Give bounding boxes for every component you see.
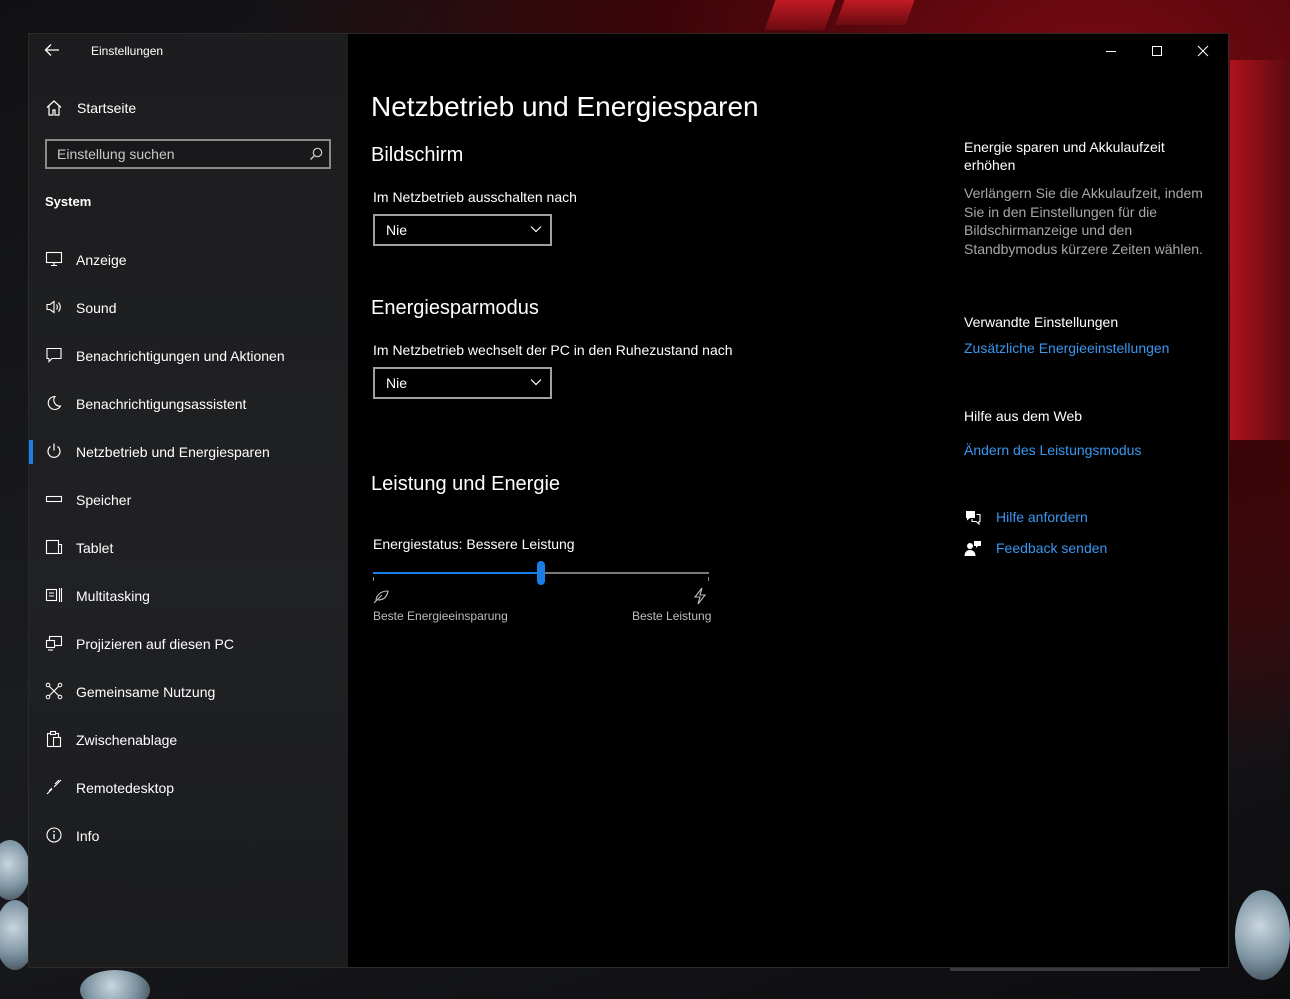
content-pane: Netzbetrieb und Energiesparen Bildschirm… <box>348 34 1228 967</box>
maximize-icon <box>1152 46 1162 56</box>
search-box[interactable] <box>45 139 331 169</box>
close-icon <box>1197 45 1209 57</box>
multitasking-icon <box>45 588 63 602</box>
additional-power-settings-link[interactable]: Zusätzliche Energieeinstellungen <box>964 340 1169 356</box>
notification-icon <box>46 347 62 363</box>
nav-item-label: Zwischenablage <box>76 732 178 748</box>
dropdown-value: Nie <box>386 222 408 238</box>
nav-list: Anzeige Sound Benachrichtigungen und Akt… <box>29 236 348 860</box>
nav-item-label: Projizieren auf diesen PC <box>76 636 234 652</box>
arrow-left-icon <box>44 44 59 56</box>
search-icon[interactable] <box>309 147 323 161</box>
info-icon <box>46 827 62 843</box>
close-button[interactable] <box>1180 34 1226 68</box>
chevron-down-icon <box>530 379 542 386</box>
power-mode-slider[interactable] <box>373 561 709 585</box>
nav-item-sound[interactable]: Sound <box>29 284 348 332</box>
related-settings-heading: Verwandte Einstellungen <box>964 314 1119 330</box>
minimize-button[interactable] <box>1088 34 1134 68</box>
lightning-icon <box>693 587 707 605</box>
speaker-icon <box>46 300 61 314</box>
nav-item-benachrichtigungsassistent[interactable]: Benachrichtigungsassistent <box>29 380 348 428</box>
nav-item-zwischenablage[interactable]: Zwischenablage <box>29 716 348 764</box>
nav-item-benachrichtigungen[interactable]: Benachrichtigungen und Aktionen <box>29 332 348 380</box>
storage-icon <box>45 495 63 503</box>
nav-item-info[interactable]: Info <box>29 812 348 860</box>
clipboard-icon <box>46 730 62 748</box>
web-help-heading: Hilfe aus dem Web <box>964 408 1083 424</box>
home-icon <box>46 100 62 116</box>
monitor-icon <box>45 251 63 267</box>
slider-fill <box>373 572 541 574</box>
nav-item-label: Netzbetrieb und Energiesparen <box>76 444 270 460</box>
window-controls <box>1088 34 1228 68</box>
nav-item-label: Sound <box>76 300 117 316</box>
sidebar: Einstellungen Startseite System Anzeige <box>29 34 348 967</box>
nav-item-projizieren[interactable]: Projizieren auf diesen PC <box>29 620 348 668</box>
nav-item-label: Multitasking <box>76 588 150 604</box>
screen-off-label: Im Netzbetrieb ausschalten nach <box>373 189 577 205</box>
power-mode-help-link[interactable]: Ändern des Leistungsmodus <box>964 442 1141 458</box>
back-button[interactable] <box>43 42 63 60</box>
app-title: Einstellungen <box>91 44 164 58</box>
nav-item-label: Remotedesktop <box>76 780 175 796</box>
nav-item-label: Benachrichtigungsassistent <box>76 396 247 412</box>
section-label-system: System <box>45 194 92 209</box>
get-help-label: Hilfe anfordern <box>996 509 1088 525</box>
maximize-button[interactable] <box>1134 34 1180 68</box>
nav-home[interactable]: Startseite <box>29 92 348 124</box>
screen-off-dropdown[interactable]: Nie <box>373 214 552 246</box>
tip-heading: Energie sparen und Akkulaufzeit erhöhen <box>964 139 1165 173</box>
page-title: Netzbetrieb und Energiesparen <box>371 91 759 122</box>
feedback-person-icon <box>964 541 981 556</box>
tip-text: Verlängern Sie die Akkulaufzeit, indem S… <box>964 185 1203 257</box>
slider-right-caption: Beste Leistung <box>632 609 712 623</box>
nav-item-label: Speicher <box>76 492 132 508</box>
nav-item-remotedesktop[interactable]: Remotedesktop <box>29 764 348 812</box>
nav-item-multitasking[interactable]: Multitasking <box>29 572 348 620</box>
nav-item-label: Gemeinsame Nutzung <box>76 684 216 700</box>
heading-energiesparmodus: Energiesparmodus <box>371 297 539 319</box>
slider-tick <box>373 577 374 581</box>
chat-help-icon <box>966 511 981 526</box>
nav-item-label: Benachrichtigungen und Aktionen <box>76 348 285 364</box>
home-label: Startseite <box>77 100 137 116</box>
power-status-label: Energiestatus: Bessere Leistung <box>373 536 575 552</box>
nav-item-tablet[interactable]: Tablet <box>29 524 348 572</box>
leaf-icon <box>373 590 389 604</box>
moon-icon <box>47 395 62 410</box>
titlebar: Einstellungen <box>29 34 348 68</box>
share-icon <box>45 682 63 700</box>
search-input[interactable] <box>47 141 317 167</box>
nav-item-gemeinsame-nutzung[interactable]: Gemeinsame Nutzung <box>29 668 348 716</box>
project-icon <box>45 635 63 651</box>
heading-leistung-energie: Leistung und Energie <box>371 473 561 495</box>
slider-tick <box>708 577 709 581</box>
slider-thumb[interactable] <box>537 561 545 585</box>
nav-item-label: Anzeige <box>76 252 127 268</box>
nav-item-label: Tablet <box>76 540 114 556</box>
nav-item-label: Info <box>76 828 100 844</box>
sleep-dropdown[interactable]: Nie <box>373 367 552 399</box>
slider-left-caption: Beste Energieeinsparung <box>373 609 508 623</box>
tablet-icon <box>45 539 63 555</box>
minimize-icon <box>1106 51 1116 52</box>
nav-item-speicher[interactable]: Speicher <box>29 476 348 524</box>
settings-window: Einstellungen Startseite System Anzeige <box>29 34 1228 967</box>
nav-item-netzbetrieb[interactable]: Netzbetrieb und Energiesparen <box>29 428 348 476</box>
chevron-down-icon <box>530 226 542 233</box>
nav-item-anzeige[interactable]: Anzeige <box>29 236 348 284</box>
power-icon <box>47 443 61 458</box>
dropdown-value: Nie <box>386 375 408 391</box>
sleep-label: Im Netzbetrieb wechselt der PC in den Ru… <box>373 342 733 358</box>
remote-desktop-icon <box>46 779 62 795</box>
send-feedback-label: Feedback senden <box>996 540 1108 556</box>
heading-bildschirm: Bildschirm <box>371 144 464 166</box>
